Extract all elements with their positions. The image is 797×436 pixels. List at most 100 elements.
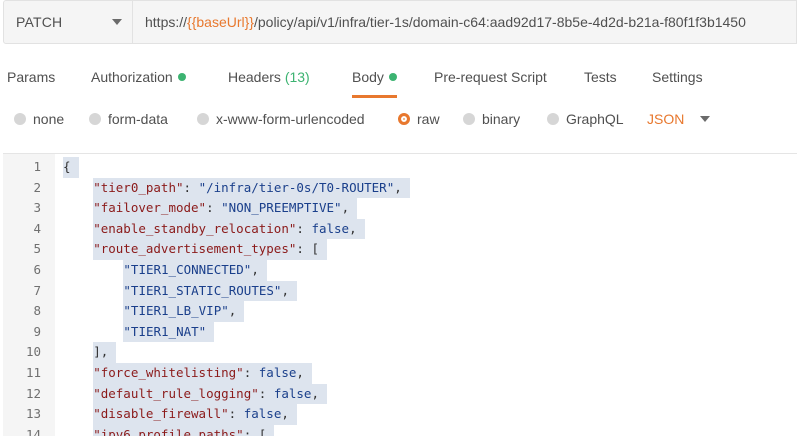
header-count: (13) (284, 69, 310, 85)
line-number: 12 (25, 385, 41, 401)
json-string: "/infra/tier-0s/T0-ROUTER" (198, 179, 395, 195)
code-text: "TIER1_CONNECTED", (123, 260, 267, 281)
json-key: "disable_firewall" (93, 406, 229, 422)
json-punctuation: : (243, 365, 259, 380)
line-number: 11 (25, 365, 41, 380)
line-number: 4 (33, 220, 41, 236)
json-key: "enable_standby_relocation" (93, 220, 297, 236)
tab-label: Pre-request Script (434, 69, 547, 85)
status-dot-icon (388, 73, 397, 82)
url-prefix: https:// (145, 14, 188, 30)
tab-body[interactable]: Body (352, 58, 397, 98)
option-label: x-www-form-urlencoded (216, 111, 365, 127)
code-line: 2 "tier0_path": "/infra/tier-0s/T0-ROUTER… (3, 177, 797, 199)
json-key: "default_rule_logging" (93, 385, 259, 401)
code-line: 5 "route_advertisement_types": [ (3, 239, 797, 260)
json-string: "TIER1_NAT" (123, 323, 207, 339)
json-punctuation: , (281, 282, 289, 298)
tab-params[interactable]: Params (7, 58, 55, 98)
tab-label: Params (7, 69, 56, 85)
radio-icon (197, 113, 209, 125)
line-number: 7 (33, 282, 41, 298)
line-number: 8 (33, 303, 41, 319)
code-line: 10], (3, 342, 797, 363)
line-number: 14 (25, 426, 41, 436)
body-type-graphql[interactable]: GraphQL (547, 105, 624, 133)
option-label: GraphQL (566, 111, 624, 127)
line-number: 2 (33, 179, 41, 195)
code-line: 7 "TIER1_STATIC_ROUTES", (3, 280, 797, 302)
code-line: 9 "TIER1_NAT" (3, 321, 797, 343)
code-line: 3 "failover_mode": "NON_PREEMPTIVE", (3, 198, 797, 219)
body-type-form-data[interactable]: form-data (89, 105, 168, 133)
code-text: "failover_mode": "NON_PREEMPTIVE", (93, 198, 358, 219)
json-punctuation: : [ (296, 241, 319, 257)
json-punctuation: ], (93, 344, 109, 360)
option-label: raw (417, 111, 440, 127)
format-select[interactable]: JSON (647, 105, 711, 133)
code-text: "force_whitelisting": false, (93, 363, 312, 384)
code-text: "ipv6_profile_paths": [ (93, 424, 275, 436)
tab-headers[interactable]: Headers (13) (228, 58, 310, 98)
radio-icon (14, 113, 26, 125)
tab-label: Tests (584, 69, 617, 85)
code-line: 11 "force_whitelisting": false, (3, 363, 797, 384)
format-label: JSON (647, 111, 685, 127)
line-number: 10 (25, 344, 41, 360)
line-number: 3 (33, 200, 41, 216)
json-punctuation: , (341, 200, 350, 216)
json-boolean: false (311, 220, 350, 236)
radio-checked-icon (398, 113, 410, 125)
tab-authorization[interactable]: Authorization (91, 58, 186, 98)
code-text: ], (93, 342, 117, 363)
line-number: 1 (33, 159, 41, 174)
option-label: form-data (108, 111, 168, 127)
json-boolean: false (273, 385, 312, 401)
tab-pre-request-script[interactable]: Pre-request Script (434, 58, 547, 98)
url-suffix: /policy/api/v1/infra/tier-1s/domain-c64:… (253, 14, 746, 30)
code-line: 8 "TIER1_LB_VIP", (3, 301, 797, 322)
line-number: 6 (33, 262, 41, 277)
method-label: PATCH (16, 14, 63, 30)
code-text: "default_rule_logging": false, (93, 383, 327, 405)
json-punctuation: , (281, 406, 289, 422)
body-type-binary[interactable]: binary (463, 105, 520, 133)
code-text: "enable_standby_relocation": false, (93, 218, 365, 240)
option-label: binary (482, 111, 521, 127)
url-input[interactable]: https://{{baseUrl}}/policy/api/v1/infra/… (133, 0, 797, 44)
chevron-down-icon (700, 116, 711, 122)
tab-settings[interactable]: Settings (652, 58, 703, 98)
code-text: "tier0_path": "/infra/tier-0s/T0-ROUTER"… (93, 177, 410, 199)
json-key: "route_advertisement_types" (93, 241, 297, 257)
radio-icon (463, 113, 475, 125)
code-editor[interactable]: 1{2 "tier0_path": "/infra/tier-0s/T0-ROUT… (3, 153, 797, 436)
json-key: "failover_mode" (93, 200, 207, 216)
json-string: "TIER1_CONNECTED" (123, 262, 252, 277)
line-number: 5 (33, 241, 41, 257)
json-string: "TIER1_LB_VIP" (123, 303, 229, 319)
method-select[interactable]: PATCH (3, 0, 133, 44)
url-variable: {{baseUrl}} (187, 14, 254, 30)
json-boolean: false (258, 365, 297, 380)
tab-label: Authorization (91, 69, 173, 85)
json-punctuation: , (296, 365, 304, 380)
json-boolean: false (243, 406, 282, 422)
code-text: { (63, 157, 79, 178)
body-type-raw[interactable]: raw (398, 105, 440, 133)
body-type-none[interactable]: none (14, 105, 64, 133)
status-dot-icon (177, 73, 186, 82)
option-label: none (33, 111, 65, 127)
tab-label: Settings (652, 69, 703, 85)
json-punctuation: , (228, 303, 237, 319)
code-text: "route_advertisement_types": [ (93, 239, 327, 260)
code-text: "TIER1_NAT" (123, 321, 215, 343)
tab-tests[interactable]: Tests (584, 58, 617, 98)
code-line: 1{ (3, 157, 797, 178)
chevron-down-icon (112, 19, 122, 25)
tab-label: Headers (228, 69, 281, 85)
json-string: "NON_PREEMPTIVE" (221, 200, 342, 216)
json-punctuation: : (258, 385, 274, 401)
body-type-urlencoded[interactable]: x-www-form-urlencoded (197, 105, 365, 133)
code-line: 6 "TIER1_CONNECTED", (3, 260, 797, 281)
json-punctuation: : (206, 200, 222, 216)
